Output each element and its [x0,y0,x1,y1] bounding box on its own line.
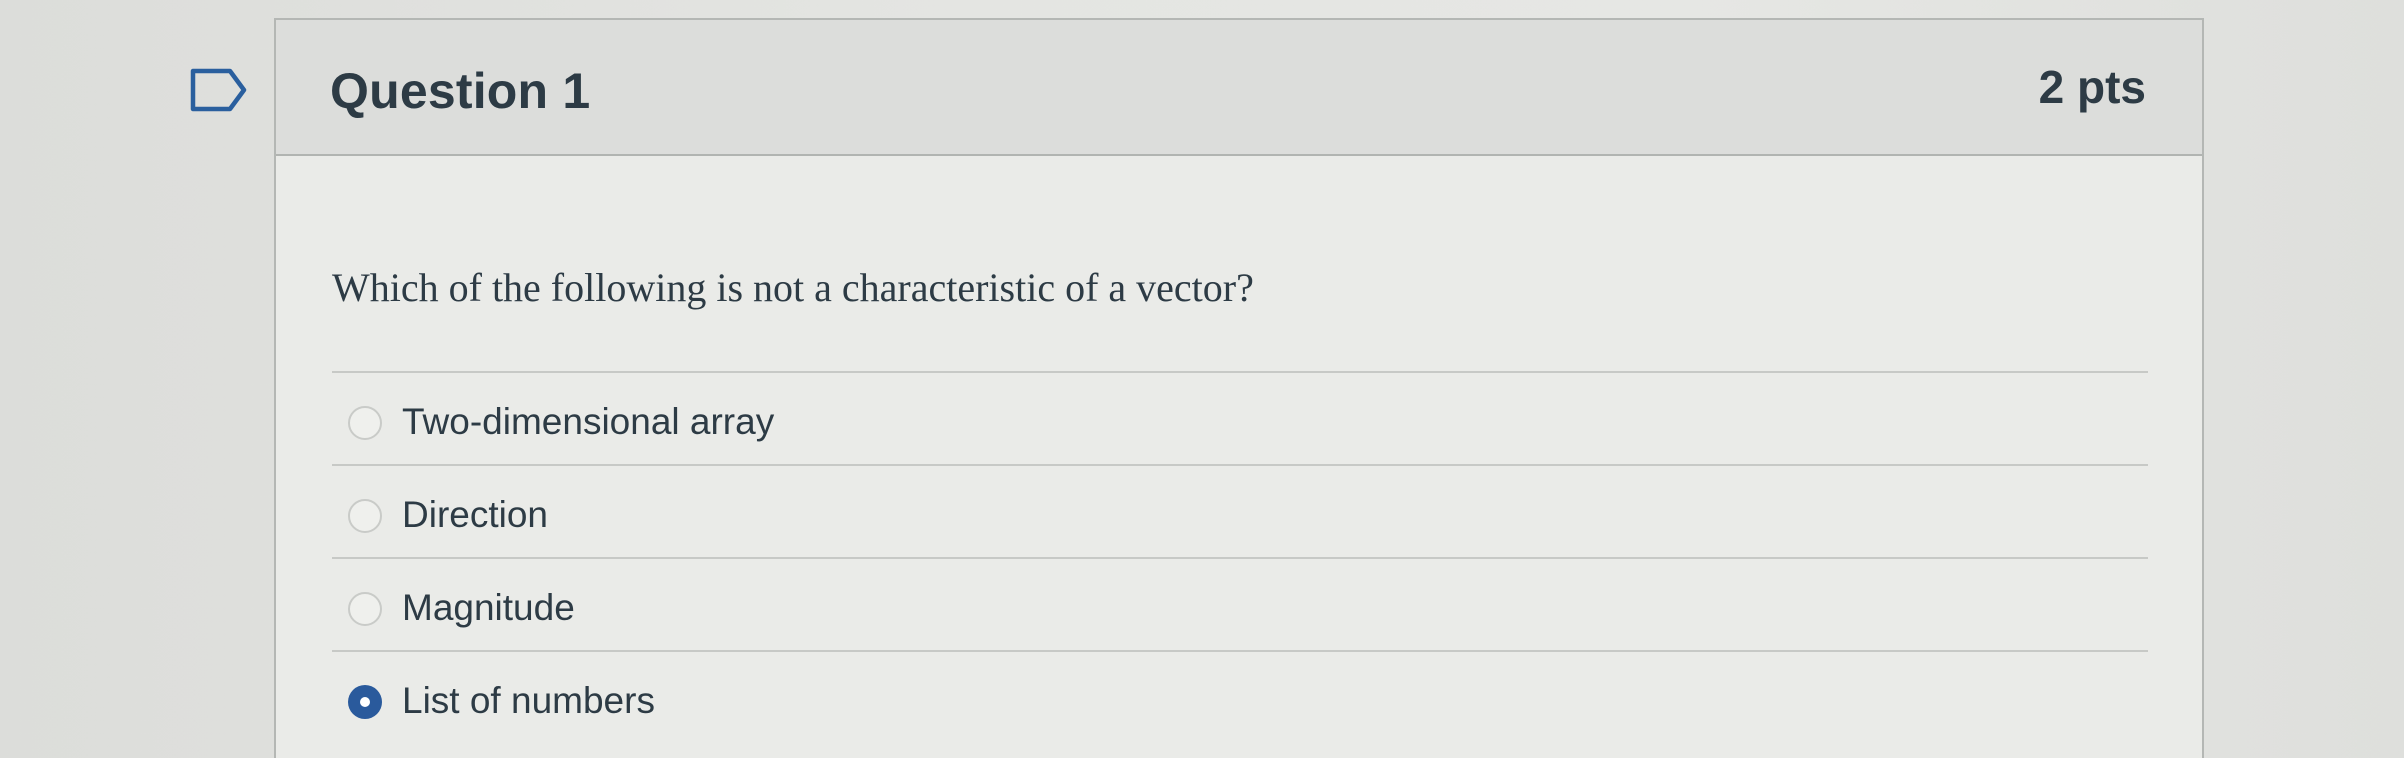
answer-label[interactable]: Two-dimensional array [402,401,774,443]
answers-list: Two-dimensional array Direction Magnitud… [332,373,2148,745]
answer-radio-button[interactable] [348,499,382,533]
answer-radio-button[interactable] [348,406,382,440]
question-title: Question 1 [330,63,591,119]
flag-question-icon[interactable] [190,68,248,112]
answer-radio-button-selected[interactable] [348,685,382,719]
question-text: Which of the following is not a characte… [332,265,1254,310]
question-points: 2 pts [2038,61,2146,113]
answer-label[interactable]: Magnitude [402,587,575,629]
question-header: Question 1 2 pts [276,20,2202,156]
answer-option-direction[interactable]: Direction [332,466,2148,559]
answer-label[interactable]: List of numbers [402,680,655,722]
answer-option-list-of-numbers[interactable]: List of numbers [332,652,2148,745]
question-card: Question 1 2 pts Which of the following … [274,18,2204,758]
answer-radio-button[interactable] [348,592,382,626]
answer-option-two-dimensional-array[interactable]: Two-dimensional array [332,373,2148,466]
answer-option-magnitude[interactable]: Magnitude [332,559,2148,652]
answer-label[interactable]: Direction [402,494,548,536]
